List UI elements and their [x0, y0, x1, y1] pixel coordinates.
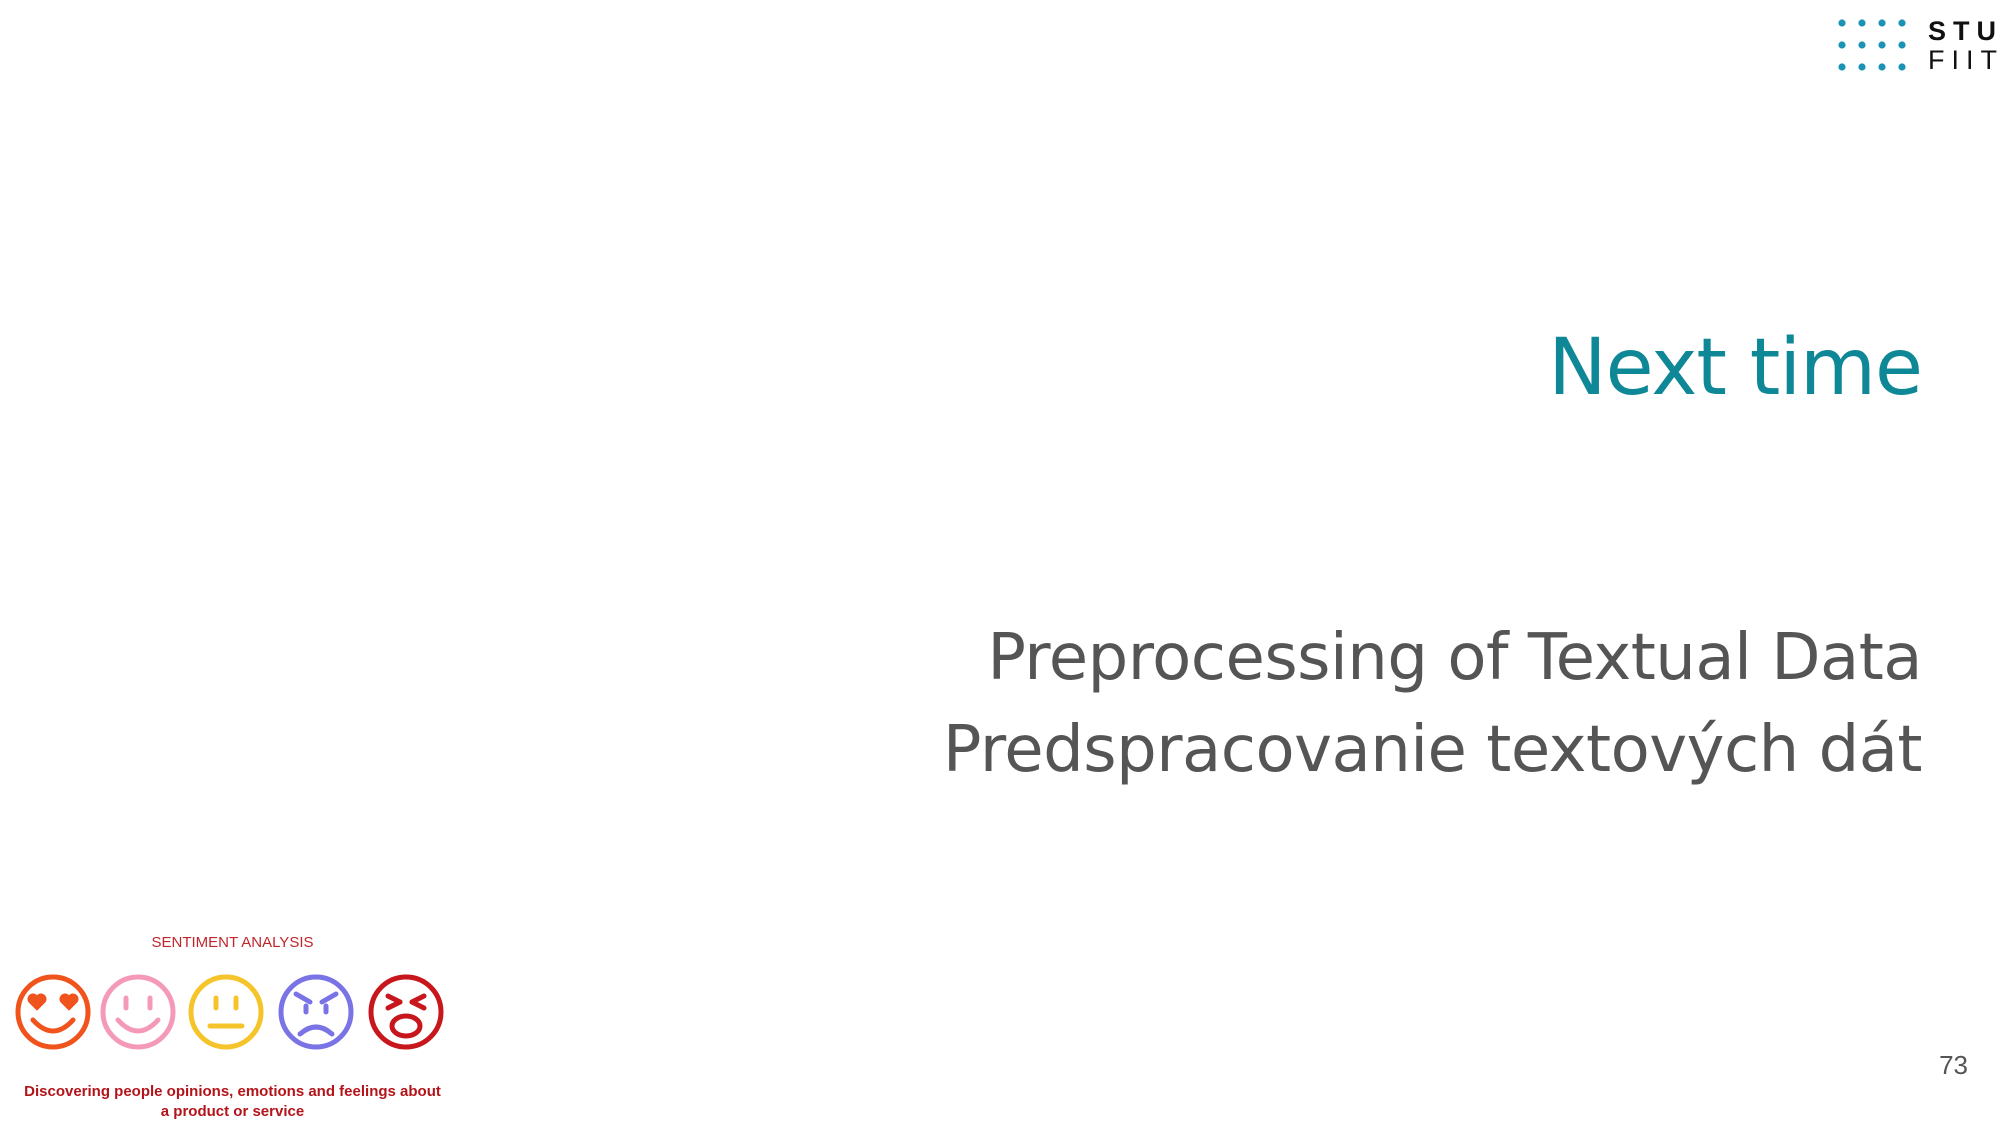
- sentiment-faces: [15, 974, 444, 1050]
- angry-face-icon: [368, 974, 444, 1050]
- sentiment-description-line2: a product or service: [160, 1103, 305, 1120]
- slide-subtitle: Preprocessing of Textual Data Predspraco…: [942, 612, 1923, 796]
- subtitle-english: Preprocessing of Textual Data: [987, 621, 1922, 695]
- love-face-icon: [15, 974, 91, 1050]
- sentiment-analysis-image: SENTIMENT ANALYSIS Discovering people op…: [0, 930, 465, 1125]
- sentiment-description: Discovering people opinions, emotions an…: [0, 1082, 465, 1122]
- logo-text: STU FIIT: [1928, 17, 2000, 75]
- subtitle-slovak: Predspracovanie textových dát: [942, 713, 1923, 787]
- sad-face-icon: [278, 974, 354, 1050]
- slide-title: Next time: [1548, 323, 1923, 413]
- logo-line-fiit: FIIT: [1928, 45, 2000, 75]
- neutral-face-icon: [188, 974, 264, 1050]
- logo-dots-icon: [1838, 19, 1906, 71]
- happy-face-icon: [100, 974, 176, 1050]
- stu-fiit-logo: STU FIIT: [1838, 17, 2000, 75]
- page-number: 73: [1939, 1050, 1968, 1080]
- logo-line-stu: STU: [1928, 16, 2000, 46]
- sentiment-caption: SENTIMENT ANALYSIS: [151, 934, 314, 951]
- sentiment-description-line1: Discovering people opinions, emotions an…: [24, 1083, 441, 1100]
